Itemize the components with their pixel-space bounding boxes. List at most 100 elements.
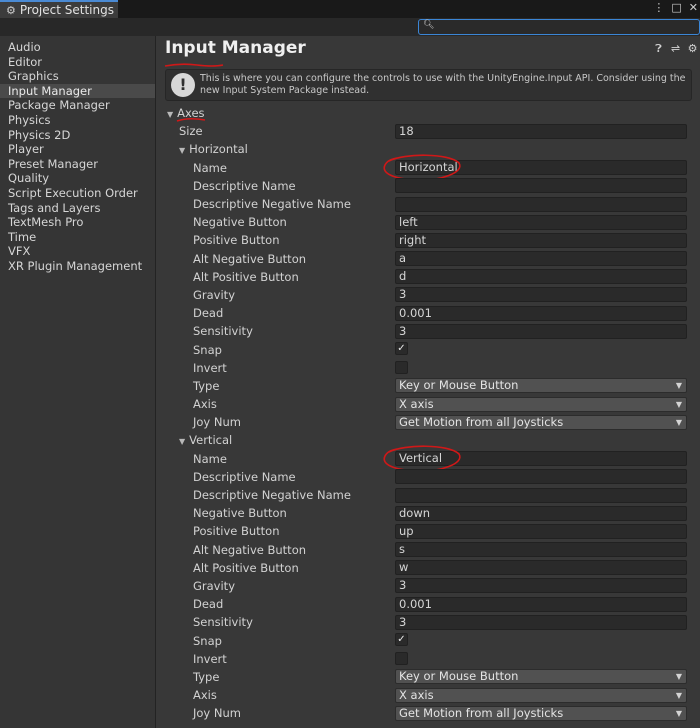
sidebar-item-textmesh-pro[interactable]: TextMesh Pro <box>0 215 155 230</box>
negative-button-label: Negative Button <box>193 215 287 230</box>
vertical-descriptive-negative-name-field[interactable] <box>395 487 687 503</box>
descriptive-negative-name-label: Descriptive Negative Name <box>193 197 351 212</box>
window-controls: ⋮ □ ✕ <box>653 1 698 14</box>
settings-gear-icon[interactable]: ⚙ <box>687 42 698 56</box>
sidebar-item-tags-and-layers[interactable]: Tags and Layers <box>0 201 155 216</box>
horizontal-invert-checkbox[interactable] <box>395 360 408 374</box>
page-title: Input Manager <box>165 38 306 58</box>
sensitivity-label: Sensitivity <box>193 615 253 630</box>
axes-foldout[interactable]: ▼ Axes <box>167 106 205 120</box>
horizontal-axis-dropdown[interactable]: X axis ▼ <box>395 396 687 412</box>
maximize-icon[interactable]: □ <box>671 1 681 14</box>
alt-negative-button-label: Alt Negative Button <box>193 251 307 266</box>
axis-foldout-vertical-text: Vertical <box>189 433 233 448</box>
info-helpbox: ! This is where you can configure the co… <box>165 69 692 101</box>
gravity-label: Gravity <box>193 287 236 302</box>
annotation-underline <box>164 63 224 67</box>
horizontal-name-field[interactable]: Horizontal <box>395 160 687 176</box>
axis-foldout-vertical[interactable]: ▼ Vertical <box>179 433 232 447</box>
title-bar: ⚙ Project Settings ⋮ □ ✕ <box>0 0 700 18</box>
settings-sidebar: Audio Editor Graphics Input Manager Package … <box>0 36 156 728</box>
horizontal-axis-dropdown-value: X axis <box>399 396 434 411</box>
name-label: Name <box>193 451 227 466</box>
invert-label: Invert <box>193 651 227 666</box>
horizontal-alt-positive-button-field[interactable]: d <box>395 269 687 285</box>
window-tab[interactable]: ⚙ Project Settings <box>0 0 118 18</box>
horizontal-negative-button-field[interactable]: left <box>395 214 687 230</box>
vertical-negative-button-field[interactable]: down <box>395 505 687 521</box>
search-icon: 🔍︎ <box>423 20 435 30</box>
horizontal-sensitivity-field[interactable]: 3 <box>395 323 687 339</box>
sidebar-item-script-execution-order[interactable]: Script Execution Order <box>0 186 155 201</box>
vertical-alt-positive-button-field[interactable]: w <box>395 560 687 576</box>
dropdown-arrow-icon: ▼ <box>675 708 682 718</box>
vertical-type-dropdown[interactable]: Key or Mouse Button ▼ <box>395 669 687 685</box>
horizontal-descriptive-name-field[interactable] <box>395 178 687 194</box>
alt-positive-button-label: Alt Positive Button <box>193 269 299 284</box>
sidebar-item-preset-manager[interactable]: Preset Manager <box>0 157 155 172</box>
type-label: Type <box>193 669 220 684</box>
joy-num-label: Joy Num <box>193 415 241 430</box>
vertical-snap-checkbox[interactable]: ✓ <box>395 633 408 647</box>
vertical-alt-negative-button-field[interactable]: s <box>395 542 687 558</box>
axis-foldout-horizontal[interactable]: ▼ Horizontal <box>179 142 248 156</box>
gear-icon: ⚙ <box>6 3 16 17</box>
vertical-axis-dropdown[interactable]: X axis ▼ <box>395 687 687 703</box>
vertical-descriptive-name-field[interactable] <box>395 469 687 485</box>
inspector-panel: Input Manager ❓︎ ⇌ ⚙ ! This is where you… <box>157 36 700 728</box>
vertical-gravity-field[interactable]: 3 <box>395 578 687 594</box>
horizontal-descriptive-negative-name-field[interactable] <box>395 196 687 212</box>
dropdown-arrow-icon: ▼ <box>675 381 682 391</box>
sidebar-item-vfx[interactable]: VFX <box>0 244 155 259</box>
horizontal-alt-negative-button-field[interactable]: a <box>395 251 687 267</box>
horizontal-gravity-field[interactable]: 3 <box>395 287 687 303</box>
help-icon[interactable]: ❓︎ <box>653 42 664 56</box>
vertical-positive-button-field[interactable]: up <box>395 523 687 539</box>
negative-button-label: Negative Button <box>193 506 287 521</box>
sidebar-item-xr-plugin-management[interactable]: XR Plugin Management <box>0 259 155 274</box>
sidebar-item-player[interactable]: Player <box>0 142 155 157</box>
vertical-dead-field[interactable]: 0.001 <box>395 596 687 612</box>
sidebar-item-time[interactable]: Time <box>0 230 155 245</box>
size-field[interactable]: 18 <box>395 123 687 139</box>
dropdown-arrow-icon: ▼ <box>675 399 682 409</box>
axes-foldout-text: Axes <box>177 106 205 121</box>
preset-icon[interactable]: ⇌ <box>670 42 681 56</box>
search-row: 🔍︎ <box>0 18 700 36</box>
sensitivity-label: Sensitivity <box>193 324 253 339</box>
dropdown-arrow-icon: ▼ <box>675 417 682 427</box>
close-icon[interactable]: ✕ <box>689 1 698 14</box>
gravity-label: Gravity <box>193 578 236 593</box>
vertical-axis-dropdown-value: X axis <box>399 687 434 702</box>
menu-dots-icon[interactable]: ⋮ <box>653 1 664 14</box>
sidebar-item-physics-2d[interactable]: Physics 2D <box>0 128 155 143</box>
vertical-joy-num-dropdown[interactable]: Get Motion from all Joysticks ▼ <box>395 705 687 721</box>
vertical-sensitivity-field[interactable]: 3 <box>395 614 687 630</box>
snap-label: Snap <box>193 342 222 357</box>
alt-negative-button-label: Alt Negative Button <box>193 542 307 557</box>
horizontal-positive-button-field[interactable]: right <box>395 232 687 248</box>
window-tab-label: Project Settings <box>19 3 114 17</box>
type-label: Type <box>193 378 220 393</box>
sidebar-item-graphics[interactable]: Graphics <box>0 69 155 84</box>
foldout-arrow-icon[interactable]: ▼ <box>167 110 173 119</box>
vertical-name-field[interactable]: Vertical <box>395 451 687 467</box>
horizontal-snap-checkbox[interactable]: ✓ <box>395 342 408 356</box>
size-label: Size <box>179 124 203 139</box>
sidebar-item-input-manager[interactable]: Input Manager <box>0 83 155 99</box>
foldout-arrow-icon[interactable]: ▼ <box>179 437 185 446</box>
horizontal-type-dropdown[interactable]: Key or Mouse Button ▼ <box>395 378 687 394</box>
search-input[interactable]: 🔍︎ <box>418 19 700 35</box>
horizontal-joy-num-dropdown[interactable]: Get Motion from all Joysticks ▼ <box>395 414 687 430</box>
sidebar-item-physics[interactable]: Physics <box>0 113 155 128</box>
sidebar-item-quality[interactable]: Quality <box>0 171 155 186</box>
axis-label: Axis <box>193 688 217 703</box>
sidebar-item-editor[interactable]: Editor <box>0 55 155 70</box>
sidebar-item-audio[interactable]: Audio <box>0 40 155 55</box>
horizontal-dead-field[interactable]: 0.001 <box>395 305 687 321</box>
vertical-invert-checkbox[interactable] <box>395 651 408 665</box>
sidebar-item-package-manager[interactable]: Package Manager <box>0 98 155 113</box>
help-message: This is where you can configure the cont… <box>200 73 686 96</box>
foldout-arrow-icon[interactable]: ▼ <box>179 146 185 155</box>
header-icons: ❓︎ ⇌ ⚙ <box>653 42 698 56</box>
